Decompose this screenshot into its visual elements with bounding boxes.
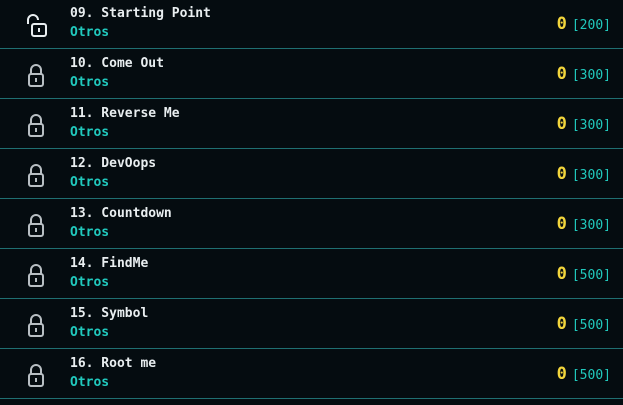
solved-count: 0 — [556, 264, 567, 284]
challenge-row[interactable]: 14. FindMe Otros 0 [500] — [0, 250, 623, 299]
challenge-title: 14. FindMe — [70, 256, 149, 271]
challenge-title: 09. Starting Point — [70, 6, 211, 21]
challenge-points: [500] — [571, 368, 611, 383]
challenge-row[interactable]: 11. Reverse Me Otros 0 [300] — [0, 100, 623, 149]
challenge-category: Otros — [70, 325, 110, 340]
challenge-points: [300] — [571, 218, 611, 233]
solved-count: 0 — [556, 314, 567, 334]
challenge-title: 16. Root me — [70, 356, 157, 371]
challenge-row[interactable]: 12. DevOops Otros 0 [300] — [0, 150, 623, 199]
challenge-points: [500] — [571, 318, 611, 333]
challenge-category: Otros — [70, 175, 110, 190]
solved-count: 0 — [556, 114, 567, 134]
challenge-points: [300] — [571, 68, 611, 83]
locked-padlock-icon — [28, 264, 44, 287]
challenge-list: 09. Starting Point Otros 0 [200] 10. Com… — [0, 0, 623, 405]
challenge-row[interactable]: 15. Symbol Otros 0 [500] — [0, 300, 623, 349]
challenge-score: 0 [300] — [557, 64, 611, 84]
challenge-category: Otros — [70, 25, 110, 40]
challenge-title: 13. Countdown — [70, 206, 172, 221]
challenge-title: 10. Come Out — [70, 56, 164, 71]
challenge-title: 12. DevOops — [70, 156, 157, 171]
challenge-row[interactable]: 09. Starting Point Otros 0 [200] — [0, 0, 623, 49]
solved-count: 0 — [556, 64, 567, 84]
challenge-score: 0 [300] — [557, 114, 611, 134]
challenge-points: [300] — [571, 168, 611, 183]
challenge-title: 15. Symbol — [70, 306, 149, 321]
solved-count: 0 — [556, 14, 567, 34]
challenge-title: 11. Reverse Me — [70, 106, 180, 121]
locked-padlock-icon — [28, 364, 44, 387]
challenge-category: Otros — [70, 375, 110, 390]
locked-padlock-icon — [28, 164, 44, 187]
challenge-category: Otros — [70, 225, 110, 240]
challenge-points: [500] — [571, 268, 611, 283]
unlocked-padlock-icon — [27, 14, 47, 37]
challenge-category: Otros — [70, 275, 110, 290]
challenge-points: [200] — [571, 18, 611, 33]
challenge-score: 0 [500] — [557, 314, 611, 334]
challenge-category: Otros — [70, 75, 110, 90]
challenge-score: 0 [500] — [557, 364, 611, 384]
locked-padlock-icon — [28, 64, 44, 87]
challenge-row[interactable]: 13. Countdown Otros 0 [300] — [0, 200, 623, 249]
solved-count: 0 — [556, 364, 567, 384]
challenge-row[interactable]: 10. Come Out Otros 0 [300] — [0, 50, 623, 99]
locked-padlock-icon — [28, 114, 44, 137]
challenge-category: Otros — [70, 125, 110, 140]
solved-count: 0 — [556, 164, 567, 184]
challenge-points: [300] — [571, 118, 611, 133]
challenge-score: 0 [200] — [557, 14, 611, 34]
locked-padlock-icon — [28, 314, 44, 337]
challenge-score: 0 [300] — [557, 214, 611, 234]
challenge-row[interactable]: 16. Root me Otros 0 [500] — [0, 350, 623, 399]
solved-count: 0 — [556, 214, 567, 234]
locked-padlock-icon — [28, 214, 44, 237]
challenge-score: 0 [300] — [557, 164, 611, 184]
challenge-score: 0 [500] — [557, 264, 611, 284]
